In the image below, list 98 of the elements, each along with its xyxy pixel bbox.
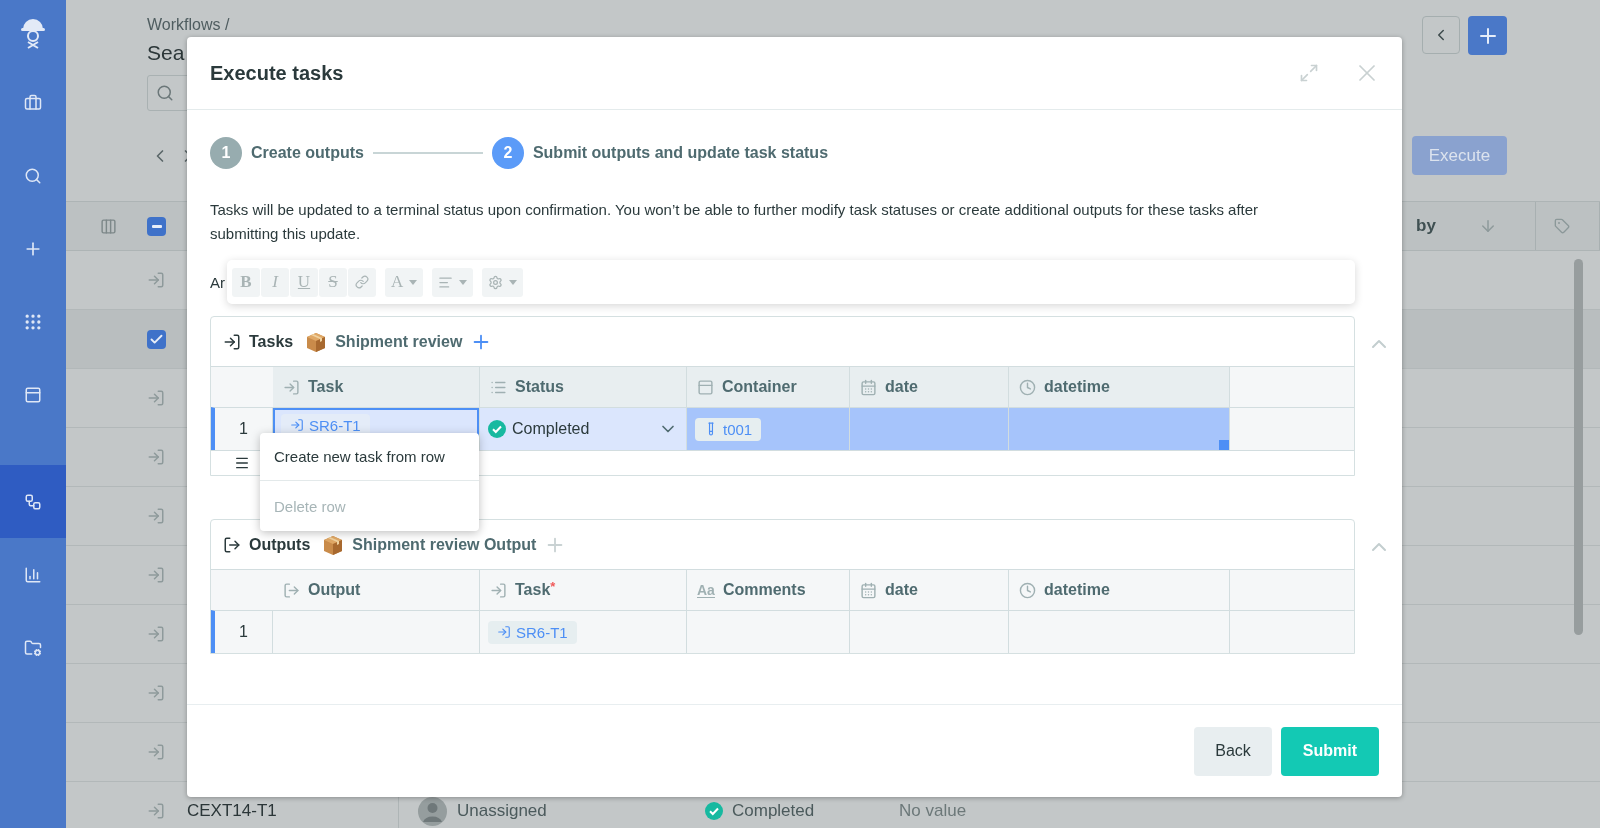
assignee-name: Unassigned — [457, 801, 547, 821]
menu-item[interactable]: Create new task from row — [260, 433, 479, 481]
select-all-checkbox[interactable] — [147, 216, 166, 236]
column-header[interactable]: Aa Comments — [687, 569, 850, 610]
search-icon — [156, 84, 174, 102]
bar-chart-icon[interactable] — [24, 565, 42, 584]
arrow-in-icon — [147, 507, 165, 525]
arrow-in-icon — [147, 271, 165, 289]
step-number: 1 — [210, 137, 242, 169]
schema-name: Shipment review — [335, 332, 463, 351]
calendar-icon — [860, 378, 877, 396]
caret-icon — [459, 279, 468, 285]
field-label: Ar — [210, 273, 226, 291]
arrow-in-icon — [147, 448, 165, 466]
row-checkbox[interactable] — [147, 329, 166, 349]
section-title: Outputs — [249, 535, 311, 554]
column-header: by — [1416, 216, 1436, 236]
package-icon — [322, 533, 345, 556]
link-icon — [355, 275, 369, 289]
status-text: Completed — [512, 420, 591, 438]
expand-icon[interactable] — [1299, 63, 1319, 83]
required-mark: * — [550, 579, 556, 594]
table-cell[interactable]: t001 — [687, 407, 850, 450]
status-text: Completed — [732, 801, 815, 821]
table-cell[interactable]: SR6-T1 — [480, 610, 687, 653]
section-title: Tasks — [249, 332, 294, 351]
step-label: Create outputs — [251, 144, 364, 162]
table-cell[interactable] — [850, 407, 1009, 450]
arrow-in-icon — [223, 332, 241, 351]
arrow-in-icon — [497, 625, 511, 639]
column-header[interactable]: datetime — [1009, 366, 1230, 407]
link-button[interactable] — [348, 267, 376, 297]
check-circle-icon — [488, 420, 506, 438]
back-button[interactable]: Back — [1194, 726, 1272, 776]
table-cell[interactable] — [850, 610, 1009, 653]
table-cell[interactable] — [1009, 610, 1230, 653]
arrow-in-icon — [147, 743, 165, 761]
scrollbar-thumb[interactable] — [1574, 259, 1583, 635]
workflow-icon[interactable] — [24, 492, 42, 511]
back-button[interactable] — [1422, 16, 1460, 54]
sort-arrow-icon[interactable] — [1479, 217, 1497, 235]
column-header[interactable]: Container — [687, 366, 850, 407]
clock-icon — [1019, 378, 1036, 396]
breadcrumb[interactable]: Workflows / — [147, 16, 230, 34]
row-number: 1 — [211, 407, 273, 450]
logo-icon — [20, 17, 46, 49]
arrow-in-icon — [147, 684, 165, 702]
task-chip[interactable]: SR6-T1 — [488, 620, 577, 644]
column-header[interactable]: datetime — [1009, 569, 1230, 610]
step-label: Submit outputs and update task status — [532, 144, 829, 162]
row-menu-icon[interactable] — [233, 455, 250, 471]
step-number: 2 — [491, 137, 524, 169]
arrow-in-icon — [490, 581, 507, 599]
notice-text: Tasks will be updated to a terminal status upon confirmation. You won’t be able to further modify task statuses or create additional outputs for these tasks after submitting this update. — [210, 200, 1260, 244]
add-button[interactable] — [1468, 16, 1507, 55]
caret-icon — [509, 279, 518, 285]
page-title: Sea — [147, 41, 186, 65]
arrow-in-icon — [290, 418, 304, 432]
folder-icon[interactable] — [24, 638, 42, 657]
tag-icon — [1554, 218, 1570, 234]
arrow-in-icon — [147, 625, 165, 643]
container-chip[interactable]: t001 — [695, 417, 762, 441]
menu-item: Delete row — [273, 496, 347, 517]
row-number: 1 — [211, 610, 273, 653]
clock-icon — [1019, 581, 1036, 599]
column-header[interactable]: date — [850, 366, 1009, 407]
caret-icon — [409, 279, 418, 285]
columns-icon[interactable] — [100, 217, 117, 235]
panel-icon — [697, 378, 714, 396]
package-icon — [305, 330, 328, 353]
table-cell: No value — [899, 801, 967, 821]
table-cell[interactable]: Completed — [480, 407, 687, 450]
table-cell[interactable] — [273, 610, 480, 653]
calendar-icon — [860, 581, 877, 599]
arrow-in-icon — [147, 802, 165, 820]
avatar-icon — [418, 796, 447, 826]
arrow-in-icon — [147, 389, 165, 407]
column-header[interactable]: Status — [480, 366, 687, 407]
align-button[interactable] — [432, 267, 474, 297]
arrow-in-icon — [283, 378, 300, 396]
dialog-title: Execute tasks — [210, 61, 344, 85]
settings-icon — [488, 274, 504, 290]
column-header[interactable]: Task* — [480, 569, 687, 610]
search-icon[interactable] — [24, 166, 42, 185]
arrow-in-icon — [147, 566, 165, 584]
table-cell[interactable] — [1009, 407, 1230, 450]
column-header[interactable]: Output — [273, 569, 480, 610]
submit-button[interactable]: Submit — [1280, 726, 1379, 776]
panel-icon[interactable] — [24, 385, 42, 404]
settings-button[interactable] — [482, 267, 524, 297]
column-header[interactable]: Task — [273, 366, 480, 407]
column-header[interactable]: date — [850, 569, 1009, 610]
fill-handle[interactable] — [1219, 440, 1229, 450]
align-icon — [438, 274, 454, 290]
schema-name: Shipment review Output — [352, 535, 537, 554]
table-cell[interactable] — [687, 610, 850, 653]
check-circle-icon — [705, 802, 723, 820]
briefcase-icon[interactable] — [24, 93, 42, 112]
